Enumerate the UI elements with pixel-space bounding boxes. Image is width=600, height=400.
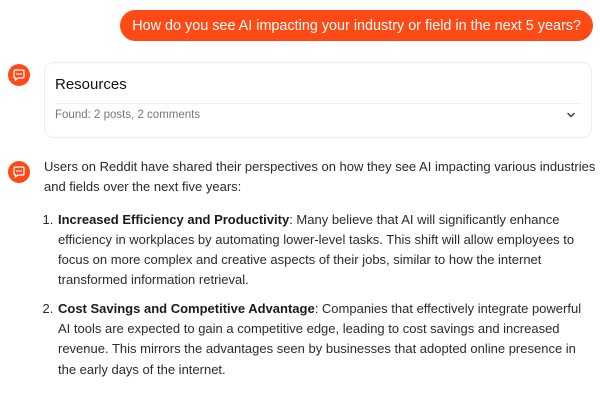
user-message-text: How do you see AI impacting your industr… — [132, 17, 581, 34]
resources-divider — [55, 103, 581, 104]
user-message-bubble: How do you see AI impacting your industr… — [120, 10, 593, 41]
chat-bubble-icon — [13, 166, 25, 179]
assistant-answer: Users on Reddit have shared their perspe… — [44, 157, 596, 388]
chevron-down-icon[interactable] — [565, 109, 577, 121]
list-item: Cost Savings and Competitive Advantage: … — [57, 299, 596, 380]
assistant-avatar — [8, 64, 30, 86]
resources-found-count: Found: 2 posts, 2 comments — [55, 109, 201, 121]
resources-title: Resources — [55, 76, 127, 93]
list-item-title: Cost Savings and Competitive Advantage — [58, 300, 315, 316]
list-item: Increased Efficiency and Productivity: M… — [57, 210, 596, 291]
answer-intro: Users on Reddit have shared their perspe… — [44, 159, 596, 195]
list-item-title: Increased Efficiency and Productivity — [58, 211, 290, 227]
chat-bubble-icon — [13, 69, 25, 82]
answer-list: Increased Efficiency and Productivity: M… — [44, 210, 596, 380]
assistant-avatar — [8, 161, 30, 183]
resources-card[interactable]: Resources Found: 2 posts, 2 comments — [44, 62, 592, 138]
